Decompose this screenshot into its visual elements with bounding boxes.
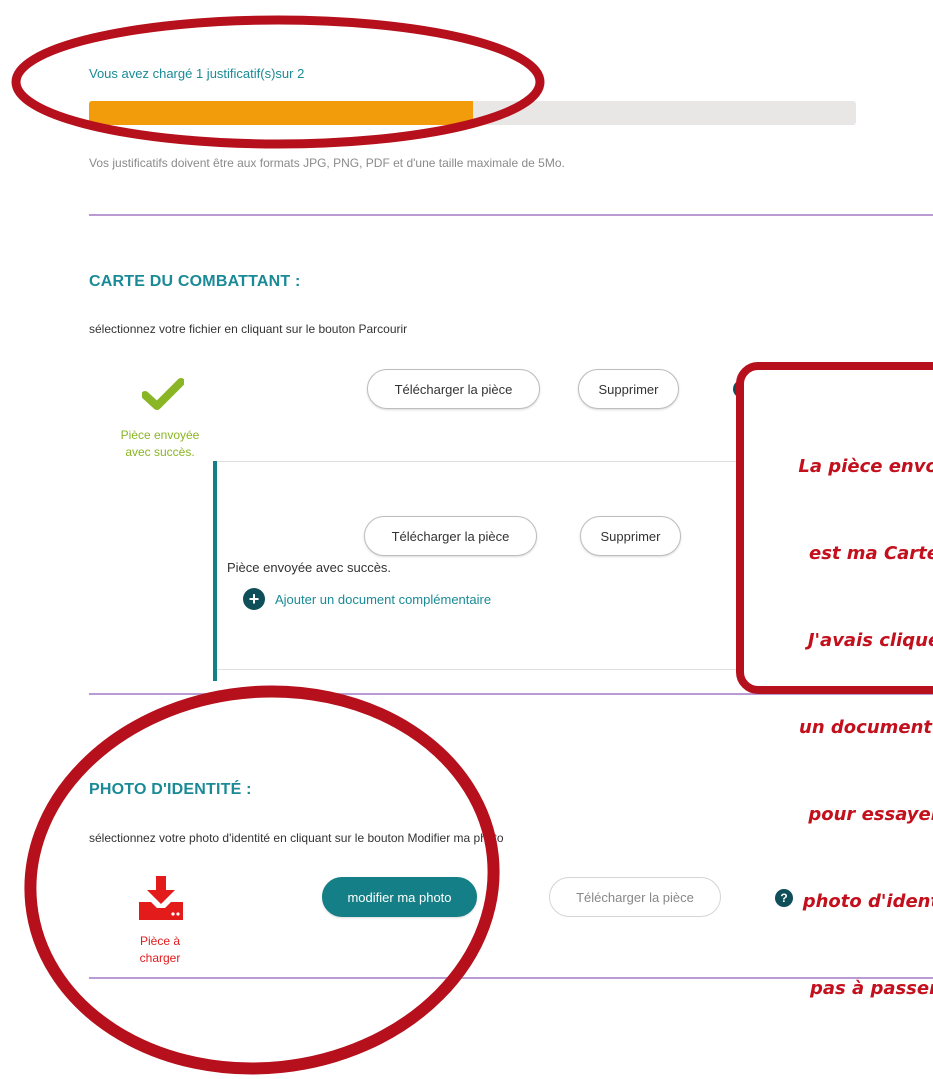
sub-download-button[interactable]: Télécharger la pièce bbox=[364, 516, 537, 556]
section-title-carte: CARTE DU COMBATTANT : bbox=[89, 273, 301, 290]
section-title-photo: PHOTO D'IDENTITÉ : bbox=[89, 781, 252, 798]
photo-download-button[interactable]: Télécharger la pièce bbox=[549, 877, 721, 917]
annotation-ellipse-top bbox=[11, 15, 545, 149]
annotation-line: photo d'identi bbox=[802, 891, 933, 912]
annotation-line: un document c bbox=[799, 717, 933, 738]
carte-status-line2: avec succès. bbox=[125, 445, 195, 459]
annotation-callout: La pièce envoy est ma Carte J'avais cliq… bbox=[736, 362, 933, 999]
annotation-text: La pièce envoy est ma Carte J'avais cliq… bbox=[744, 394, 933, 1061]
photo-status-line2: charger bbox=[139, 951, 181, 965]
annotation-line: est ma Carte bbox=[808, 543, 933, 564]
upload-count-text: Vous avez chargé 1 justificatif(s)sur 2 bbox=[89, 66, 305, 81]
sub-panel-accent bbox=[213, 461, 217, 681]
add-document-label: Ajouter un document complémentaire bbox=[275, 591, 492, 607]
check-icon bbox=[141, 378, 185, 415]
annotation-line: J'avais cliqué bbox=[807, 630, 933, 651]
section-divider bbox=[89, 214, 933, 216]
photo-status-line1: Pièce à bbox=[139, 934, 181, 948]
sub-delete-button[interactable]: Supprimer bbox=[580, 516, 681, 556]
photo-status: Pièce à charger bbox=[110, 933, 210, 967]
photo-instruction: sélectionnez votre photo d'identité en c… bbox=[89, 831, 504, 845]
sub-panel-border bbox=[217, 669, 817, 670]
format-note: Vos justificatifs doivent être aux forma… bbox=[89, 156, 565, 170]
carte-instruction: sélectionnez votre fichier en cliquant s… bbox=[89, 322, 408, 336]
annotation-line: pas à passer bbox=[810, 978, 933, 999]
upload-progress-bar bbox=[89, 101, 856, 125]
annotation-line: pour essayer bbox=[808, 804, 933, 825]
download-tray-icon bbox=[137, 874, 185, 927]
sub-panel-border bbox=[217, 461, 817, 462]
plus-circle-icon: + bbox=[243, 588, 265, 610]
modify-photo-button[interactable]: modifier ma photo bbox=[322, 877, 477, 917]
carte-delete-button[interactable]: Supprimer bbox=[578, 369, 679, 409]
add-document-link[interactable]: + Ajouter un document complémentaire bbox=[243, 588, 491, 610]
carte-download-button[interactable]: Télécharger la pièce bbox=[367, 369, 540, 409]
annotation-ellipse-bottom bbox=[24, 685, 500, 1075]
annotation-line: La pièce envoy bbox=[798, 456, 933, 477]
sub-status-text: Pièce envoyée avec succès. bbox=[227, 560, 392, 575]
carte-status-line1: Pièce envoyée bbox=[120, 428, 200, 442]
carte-status: Pièce envoyée avec succès. bbox=[100, 427, 220, 461]
upload-progress-fill bbox=[89, 101, 473, 125]
